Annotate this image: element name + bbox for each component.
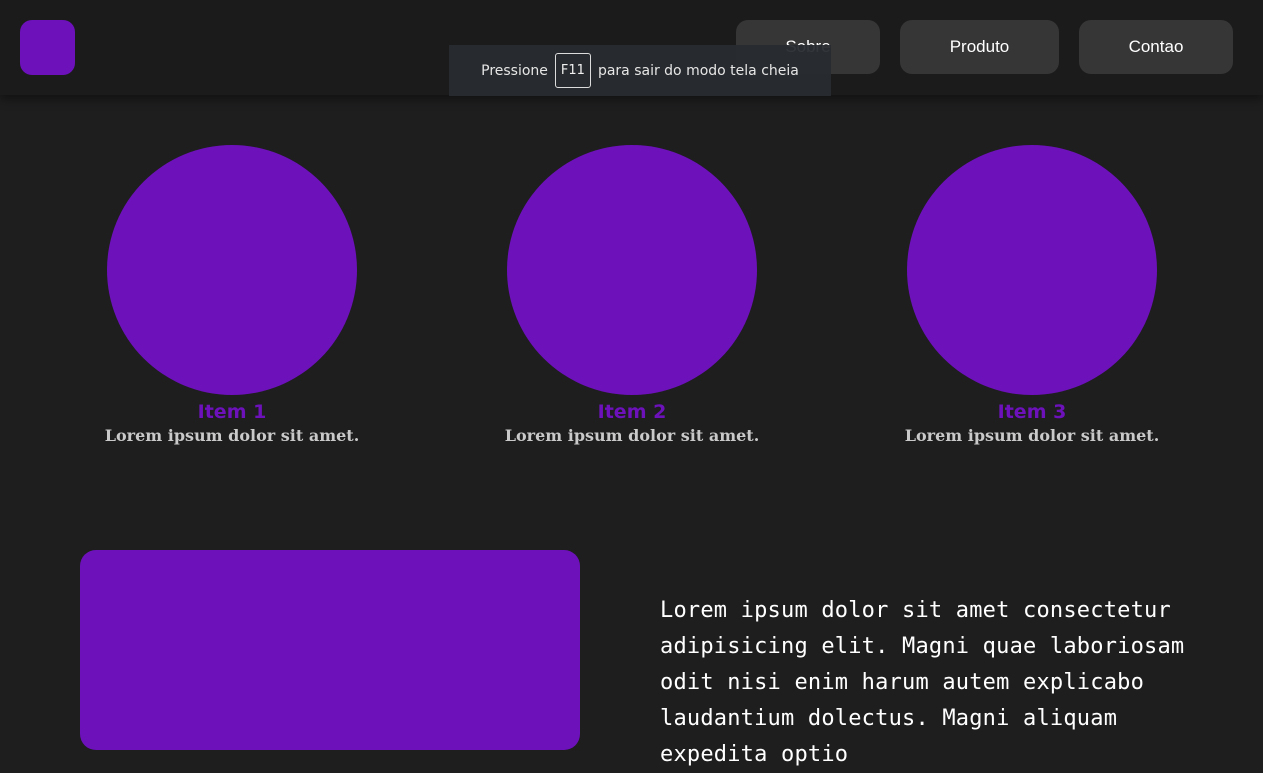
item-description: Lorem ipsum dolor sit amet. [504,426,760,445]
item-description: Lorem ipsum dolor sit amet. [104,426,360,445]
item-circle-image [107,145,357,395]
fullscreen-notice-prefix: Pressione [481,62,548,79]
item-description: Lorem ipsum dolor sit amet. [904,426,1160,445]
item-circle-image [907,145,1157,395]
item-circle-image [507,145,757,395]
item-title: Item 2 [597,401,667,423]
item-card-1: Item 1 Lorem ipsum dolor sit amet. [82,145,382,447]
logo[interactable] [20,20,75,75]
fullscreen-notice: Pressione F11 para sair do modo tela che… [449,45,831,96]
item-card-2: Item 2 Lorem ipsum dolor sit amet. [482,145,782,447]
item-card-3: Item 3 Lorem ipsum dolor sit amet. [882,145,1182,447]
f11-key: F11 [554,53,591,88]
fullscreen-notice-suffix: para sair do modo tela cheia [597,62,799,79]
feature-paragraph: Lorem ipsum dolor sit amet consectetur a… [660,598,1185,767]
item-title: Item 3 [997,401,1067,423]
nav-produto-button[interactable]: Produto [900,20,1059,74]
item-title: Item 1 [197,401,267,423]
feature-image-block [80,550,580,750]
nav-contao-button[interactable]: Contao [1079,20,1233,74]
